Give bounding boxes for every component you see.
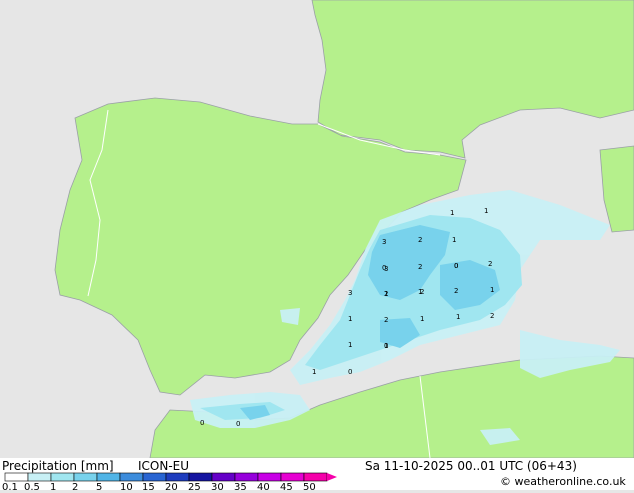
color-scale-swatch	[119, 472, 144, 482]
color-scale-swatch	[211, 472, 236, 482]
precip-value-label: 2	[418, 263, 422, 271]
precip-value-label: 0	[236, 420, 240, 428]
color-scale-swatch	[188, 472, 213, 482]
model-name: ICON-EU	[138, 459, 190, 473]
precip-value-label: 0	[348, 368, 352, 376]
color-scale-tick-label: 50	[303, 482, 316, 493]
color-scale-swatch	[280, 472, 305, 482]
precip-value-label: 2	[490, 312, 494, 320]
precip-value-label: 0	[454, 262, 458, 270]
precip-value-label: 0	[384, 342, 388, 350]
precip-value-label: 1	[456, 313, 460, 321]
color-scale-swatch	[73, 472, 98, 482]
color-scale-tick-label: 25	[188, 482, 201, 493]
color-scale-arrow	[327, 473, 337, 481]
color-scale-tick-label: 0.1	[2, 482, 18, 493]
datetime-label: Sa 11-10-2025 00..01 UTC (06+43)	[365, 459, 577, 473]
color-scale-tick-label: 1	[50, 482, 57, 493]
precip-value-label: 1	[490, 286, 494, 294]
precip-value-label: 2	[384, 316, 388, 324]
precip-value-label: 1	[348, 315, 352, 323]
color-scale-swatch	[257, 472, 282, 482]
color-scale-tick-label: 45	[280, 482, 293, 493]
precip-value-label: 1	[348, 341, 352, 349]
precip-value-label: 1	[384, 290, 388, 298]
color-scale-swatch	[27, 472, 52, 482]
precip-value-label: 1	[312, 368, 316, 376]
color-scale-tick-label: 0.5	[24, 482, 40, 493]
color-scale-swatch	[165, 472, 190, 482]
color-scale-tick-label: 35	[234, 482, 247, 493]
color-scale-tick-label: 40	[257, 482, 270, 493]
precip-value-label: 1	[450, 209, 454, 217]
color-scale-tick-label: 30	[211, 482, 224, 493]
precipitation-title: Precipitation [mm]	[2, 459, 114, 473]
color-scale-tick-label: 20	[165, 482, 178, 493]
color-scale-tick-label: 15	[142, 482, 155, 493]
precip-value-label: 3	[348, 289, 352, 297]
precip-value-label: 1	[452, 236, 456, 244]
precip-value-label: 0	[382, 264, 386, 272]
color-scale-tick-label: 5	[96, 482, 103, 493]
color-scale-swatch	[234, 472, 259, 482]
precip-value-label: 1	[420, 315, 424, 323]
color-scale-swatch	[303, 472, 328, 482]
precip-value-label: 3	[382, 238, 386, 246]
precipitation-map: 1 13 2 13 2 0 23 2 102 12 1 1 2211 101 010 00	[0, 0, 634, 458]
color-scale-swatch	[4, 472, 29, 482]
precip-value-label: 1	[484, 207, 488, 215]
precip-value-label: 2	[454, 287, 458, 295]
color-scale-swatch	[142, 472, 167, 482]
precip-value-label: 2	[488, 260, 492, 268]
color-scale-tick-label: 10	[120, 482, 133, 493]
color-scale-swatch	[50, 472, 75, 482]
color-scale-swatch	[96, 472, 121, 482]
precip-value-label: 0	[200, 419, 204, 427]
color-scale-tick-label: 2	[72, 482, 79, 493]
precip-value-label: 2	[420, 288, 424, 296]
precip-value-label: 2	[418, 236, 422, 244]
